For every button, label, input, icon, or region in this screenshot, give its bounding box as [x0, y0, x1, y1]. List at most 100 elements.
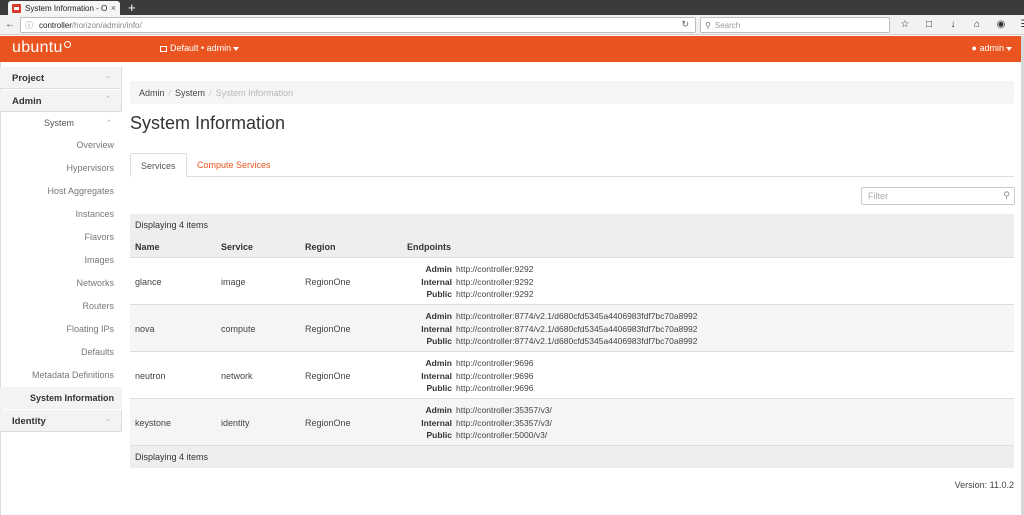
endpoint-url: http://controller:9292 — [456, 277, 534, 287]
column-header-name[interactable]: Name — [135, 242, 160, 252]
cell-service: image — [221, 277, 246, 287]
page-title: System Information — [130, 113, 286, 133]
sidebar-item-system-information[interactable]: System Information — [0, 387, 122, 409]
url-path: /horizon/admin/info/ — [71, 20, 142, 30]
project-switcher[interactable]: Default • admin — [160, 43, 240, 53]
endpoint-public: Public http://controller:9696 — [410, 383, 1010, 396]
star-icon[interactable]: ☆ — [898, 17, 912, 32]
version-label: Version: 11.0.2 — [954, 480, 1014, 490]
filter-input[interactable]: Filter ⚲ — [861, 187, 1015, 205]
project-icon — [160, 45, 167, 52]
endpoint-label: Internal — [421, 418, 452, 428]
home-icon[interactable]: ⌂ — [970, 17, 984, 32]
browser-tab[interactable]: System Information - O × — [8, 1, 120, 15]
filter-placeholder: Filter — [868, 191, 888, 201]
sidebar-item-defaults[interactable]: Defaults — [81, 347, 114, 357]
url-bar[interactable]: ⓘ controller/horizon/admin/info/ ↻ — [20, 17, 696, 33]
logo-text: ubuntu — [12, 39, 63, 56]
endpoint-label: Admin — [425, 405, 452, 415]
pocket-icon[interactable]: ◉ — [994, 17, 1008, 32]
reload-icon[interactable]: ↻ — [681, 19, 689, 30]
chevron-down-icon: ⌄ — [105, 73, 111, 80]
tab-services[interactable]: Services — [130, 153, 187, 177]
clipboard-icon[interactable]: □ — [922, 17, 936, 32]
table-row: glance image RegionOne Admin http://contr… — [130, 258, 1014, 305]
close-tab-icon[interactable]: × — [111, 3, 116, 13]
sidebar-item-host-aggregates[interactable]: Host Aggregates — [47, 186, 114, 196]
cell-region: RegionOne — [305, 277, 351, 287]
endpoint-label: Internal — [421, 277, 452, 287]
column-header-region[interactable]: Region — [305, 242, 336, 252]
cell-region: RegionOne — [305, 418, 351, 428]
sidebar-group-label: Admin — [12, 96, 42, 107]
endpoint-label: Admin — [425, 264, 452, 274]
endpoint-label: Admin — [425, 311, 452, 321]
sidebar-item-floating-ips[interactable]: Floating IPs — [66, 324, 114, 334]
chevron-up-icon: ⌃ — [106, 120, 112, 127]
sidebar-group-label: Project — [12, 73, 45, 84]
search-icon: ⚲ — [705, 20, 711, 30]
sidebar-group-project[interactable]: Project ⌄ — [0, 67, 122, 89]
info-icon[interactable]: ⓘ — [25, 20, 33, 31]
endpoint-admin: Admin http://controller:8774/v2.1/d680cfd… — [410, 311, 1010, 324]
ubuntu-logo[interactable]: ubuntu — [12, 39, 71, 57]
tab-bar: Services Compute Services — [130, 153, 1014, 177]
endpoint-label: Internal — [421, 371, 452, 381]
browser-tab-title: System Information - O — [25, 3, 108, 13]
sidebar-item-overview[interactable]: Overview — [76, 140, 114, 150]
sidebar-sub-label: System — [44, 118, 75, 128]
table-caption: Displaying 4 items — [130, 214, 1014, 236]
breadcrumb-system[interactable]: System — [175, 88, 205, 98]
breadcrumb-separator: / — [168, 87, 172, 98]
chevron-down-icon: ⌄ — [105, 416, 111, 423]
sidebar-item-metadata-definitions[interactable]: Metadata Definitions — [32, 370, 114, 380]
sidebar-item-flavors[interactable]: Flavors — [84, 232, 114, 242]
column-header-endpoints: Endpoints — [407, 242, 451, 252]
user-menu[interactable]: ● admin — [972, 43, 1012, 53]
user-icon: ● — [971, 43, 977, 53]
endpoint-url: http://controller:8774/v2.1/d680cfd5345a… — [456, 336, 698, 346]
sidebar-item-networks[interactable]: Networks — [76, 278, 114, 288]
sidebar-group-identity[interactable]: Identity ⌄ — [0, 410, 122, 432]
menu-icon[interactable]: ☰ — [1018, 17, 1024, 32]
endpoint-label: Public — [426, 289, 452, 299]
sidebar-item-instances[interactable]: Instances — [75, 209, 114, 219]
table-header: Name Service Region Endpoints — [130, 236, 1014, 258]
endpoint-admin: Admin http://controller:9292 — [410, 264, 1010, 277]
browser-toolbar: ☆ □ ↓ ⌂ ◉ ☰ — [898, 17, 1024, 32]
breadcrumb-current: System Information — [215, 87, 294, 98]
column-header-service[interactable]: Service — [221, 242, 253, 252]
breadcrumb-admin[interactable]: Admin — [139, 88, 165, 98]
caret-down-icon — [233, 46, 240, 51]
endpoint-url: http://controller:9696 — [456, 371, 534, 381]
sidebar-item-hypervisors[interactable]: Hypervisors — [66, 163, 114, 173]
download-icon[interactable]: ↓ — [946, 17, 960, 32]
sidebar-item-label: System Information — [29, 393, 114, 403]
table-row: keystone identity RegionOne Admin http://… — [130, 399, 1014, 446]
sidebar-group-label: Identity — [12, 416, 46, 427]
app-header: ubuntu Default • admin ● admin — [0, 36, 1024, 62]
new-tab-button[interactable]: + — [128, 0, 136, 15]
endpoint-public: Public http://controller:9292 — [410, 289, 1010, 302]
browser-nav-bar: ← ⓘ controller/horizon/admin/info/ ↻ ⚲ S… — [0, 15, 1024, 35]
search-icon[interactable]: ⚲ — [1003, 190, 1010, 201]
cell-name: neutron — [135, 371, 166, 381]
ubuntu-circle-icon — [63, 41, 71, 48]
sidebar-sub-system[interactable]: System ⌃ — [0, 113, 122, 133]
back-arrow-icon[interactable]: ← — [5, 18, 15, 32]
sidebar-group-admin[interactable]: Admin ⌃ — [0, 90, 122, 112]
tab-compute-services[interactable]: Compute Services — [187, 153, 281, 177]
browser-search-input[interactable]: ⚲ Search — [700, 17, 890, 33]
endpoint-url: http://controller:35357/v3/ — [456, 418, 552, 428]
cell-service: network — [221, 371, 253, 381]
cell-name: nova — [135, 324, 155, 334]
endpoint-label: Public — [426, 336, 452, 346]
sidebar-item-images[interactable]: Images — [84, 255, 114, 265]
cell-name: keystone — [135, 418, 172, 428]
sidebar-item-routers[interactable]: Routers — [82, 301, 114, 311]
cell-region: RegionOne — [305, 371, 351, 381]
endpoint-url: http://controller:35357/v3/ — [456, 405, 552, 415]
endpoint-label: Admin — [425, 358, 452, 368]
cell-name: glance — [135, 277, 162, 287]
endpoint-admin: Admin http://controller:9696 — [410, 358, 1010, 371]
